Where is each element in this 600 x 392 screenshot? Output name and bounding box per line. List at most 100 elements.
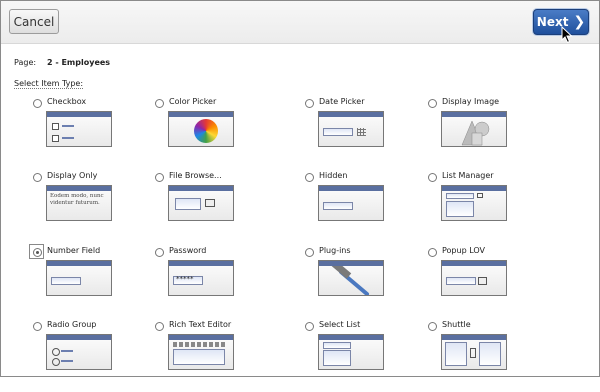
- item-type-label: File Browse...: [169, 171, 222, 180]
- radio-button[interactable]: [155, 99, 164, 108]
- item-type-label: Number Field: [47, 246, 101, 255]
- radio-dot: [52, 358, 60, 366]
- thumb-body: [47, 266, 111, 295]
- radio-button[interactable]: [305, 248, 314, 257]
- radio-button[interactable]: [155, 173, 164, 182]
- item-type-option[interactable]: Display Only Eodem modo, nunc videntur fu…: [33, 171, 153, 243]
- line: [61, 350, 73, 352]
- item-type-label: Rich Text Editor: [169, 320, 232, 329]
- calendar-icon: [318, 111, 384, 147]
- item-type-label: Hidden: [319, 171, 348, 180]
- thumb-body: [169, 340, 233, 369]
- password-icon: *****: [168, 260, 234, 296]
- text-icon: Eodem modo, nunc videntur futurum.: [46, 185, 112, 221]
- thumb-body: [169, 191, 233, 220]
- radio-button[interactable]: [428, 322, 437, 331]
- list-manager-icon: [441, 185, 507, 221]
- wizard-header: [1, 1, 599, 44]
- item-type-label: Select List: [319, 320, 361, 329]
- list-arrow-button: [477, 193, 483, 198]
- item-type-option[interactable]: Select List: [305, 320, 425, 392]
- cancel-button[interactable]: Cancel: [9, 9, 59, 34]
- item-type-option[interactable]: Rich Text Editor: [155, 320, 275, 392]
- hidden-field-icon: [318, 185, 384, 221]
- item-type-option[interactable]: List Manager: [428, 171, 548, 243]
- thumb-body: [319, 340, 383, 369]
- item-type-label: Popup LOV: [442, 246, 486, 255]
- file-browse-icon: [168, 185, 234, 221]
- thumb-body: [169, 117, 233, 146]
- item-type-option[interactable]: Plug-ins: [305, 246, 425, 318]
- radio-button[interactable]: [33, 322, 42, 331]
- item-type-label: Plug-ins: [319, 246, 351, 255]
- item-type-option[interactable]: Password *****: [155, 246, 275, 318]
- line: [62, 137, 74, 139]
- chevron-right-icon: ❯: [573, 14, 586, 30]
- file-field: [175, 198, 201, 210]
- line: [62, 125, 74, 127]
- item-type-option[interactable]: Color Picker: [155, 97, 275, 169]
- selection-focus-box: [29, 244, 44, 259]
- empty-box: [52, 135, 59, 142]
- hidden-field: [323, 202, 353, 210]
- item-type-label: List Manager: [442, 171, 494, 180]
- thumb-body: [47, 117, 111, 146]
- thumb-body: [47, 340, 111, 369]
- password-mask: *****: [176, 275, 194, 283]
- thumb-body: [319, 191, 383, 220]
- select-list-icon: [318, 334, 384, 370]
- hammer-icon: [318, 260, 384, 296]
- radio-button[interactable]: [155, 322, 164, 331]
- radio-button[interactable]: [428, 99, 437, 108]
- checked-box: [52, 123, 59, 130]
- item-type-option[interactable]: Number Field: [29, 244, 153, 318]
- thumb-body: Eodem modo, nunc videntur futurum.: [47, 191, 111, 220]
- item-type-option[interactable]: Radio Group: [33, 320, 153, 392]
- radio-button[interactable]: [305, 173, 314, 182]
- item-type-label: Date Picker: [319, 97, 365, 106]
- lov-button: [478, 277, 487, 285]
- shuttle-icon: [441, 334, 507, 370]
- list-input: [446, 193, 474, 199]
- item-type-option[interactable]: Date Picker: [305, 97, 425, 169]
- radio-button[interactable]: [33, 173, 42, 182]
- item-type-label: Radio Group: [47, 320, 97, 329]
- shapes-icon: [441, 111, 507, 147]
- thumb-body: [442, 266, 506, 295]
- radio-button[interactable]: [155, 248, 164, 257]
- item-type-label: Display Only: [47, 171, 98, 180]
- radio-button[interactable]: [428, 173, 437, 182]
- list-box: [446, 201, 474, 217]
- radio-button[interactable]: [33, 99, 42, 108]
- display-only-text: Eodem modo, nunc videntur futurum.: [50, 193, 104, 206]
- radio-group-icon: [46, 334, 112, 370]
- item-type-option[interactable]: Hidden: [305, 171, 425, 243]
- color-wheel-icon: [168, 111, 234, 147]
- radio-button[interactable]: [305, 99, 314, 108]
- item-type-label: Checkbox: [47, 97, 87, 106]
- number-input: [51, 277, 81, 285]
- rte-toolbar: [173, 342, 225, 347]
- number-field-icon: [46, 260, 112, 296]
- page-label: Page:: [14, 58, 37, 67]
- select-dropdown: [323, 350, 351, 366]
- radio-button[interactable]: [428, 248, 437, 257]
- popup-lov-icon: [441, 260, 507, 296]
- item-type-option[interactable]: Display Image: [428, 97, 548, 169]
- item-type-label: Display Image: [442, 97, 500, 106]
- password-input: *****: [173, 275, 203, 285]
- item-type-option[interactable]: File Browse...: [155, 171, 275, 243]
- item-type-option[interactable]: Checkbox: [33, 97, 153, 169]
- item-type-label: Shuttle: [442, 320, 471, 329]
- item-type-option[interactable]: Shuttle: [428, 320, 548, 392]
- shuttle-left: [445, 342, 467, 366]
- color-wheel: [194, 119, 218, 143]
- select-item-type-label: Select Item Type:: [14, 79, 84, 89]
- thumb-body: [319, 266, 383, 295]
- item-type-option[interactable]: Popup LOV: [428, 246, 548, 318]
- radio-button[interactable]: [305, 322, 314, 331]
- shuttle-right: [479, 342, 501, 366]
- lov-input: [446, 277, 476, 285]
- thumb-body: [442, 340, 506, 369]
- mouse-cursor-icon: [561, 26, 573, 44]
